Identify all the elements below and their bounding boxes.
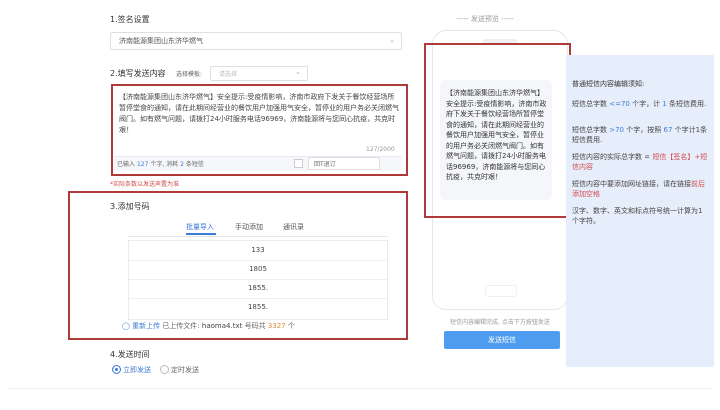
tabs-divider xyxy=(128,236,388,237)
rule-3: 短信内容的实际总字数 = 短信【签名】+短信内容 xyxy=(572,153,708,171)
rules-title: 普通短信内容编辑须知: xyxy=(572,80,645,88)
step3-title: 3.添加号码 xyxy=(110,202,150,211)
rule-5: 汉字、数字、英文和标点符号统一计算为1个字符。 xyxy=(572,207,703,225)
unsubscribe-text: 回T退订 xyxy=(314,161,336,168)
rule-2: 短信总字数 >70 个字，按照 67 个字计1条短信费用. xyxy=(572,126,708,144)
send-sms-label: 发送短信 xyxy=(488,336,516,344)
template-placeholder: 请选择 xyxy=(219,71,238,78)
chevron-down-icon: ⌄ xyxy=(389,36,395,44)
rule-4: 短信内容中要添加网址链接，请在链接前后添加空格 xyxy=(572,180,705,198)
tab-batch-import[interactable]: 批量导入 xyxy=(186,222,214,232)
char-counter: 127/2000 xyxy=(366,146,395,153)
unsubscribe-checkbox[interactable] xyxy=(294,159,303,168)
uploaded-filename: haoma4.txt xyxy=(201,322,243,330)
list-item: 1855. xyxy=(129,284,387,299)
step2-title: 2.填写发送内容 xyxy=(110,69,166,78)
send-now-label: 立即发送 xyxy=(123,366,151,374)
phone-home-button xyxy=(485,285,517,297)
upload-status: ◯ 重新上传 已上传文件: haoma4.txt 号码共 3327 个 xyxy=(122,322,295,330)
tab-contacts[interactable]: 通讯录 xyxy=(283,222,304,232)
content-textarea[interactable]: 【济南能源集团山东济华燃气】安全提示:受疫情影响，济南市政府下发关于餐饮经营场所… xyxy=(119,92,399,146)
radio-send-now[interactable] xyxy=(112,365,121,374)
tab-manual-add[interactable]: 手动添加 xyxy=(235,222,263,232)
step4-title: 4.发送时间 xyxy=(110,350,150,359)
number-count: 3327 xyxy=(267,322,286,330)
number-list[interactable]: 133 1805 1855. 1855. xyxy=(128,240,388,320)
count-warning: *实际条数以发送声置为准 xyxy=(110,181,180,188)
list-item: 133 xyxy=(129,246,387,261)
unsubscribe-input[interactable]: 回T退订 xyxy=(308,157,380,170)
list-item: 1855. xyxy=(247,303,269,311)
template-label: 选择模板: xyxy=(176,71,203,78)
rules-panel: 普通短信内容编辑须知: 短信总字数 <=70 个字，计 1 条短信费用. 短信总… xyxy=(566,55,714,367)
content-footer: 已输入 127 个字, 消耗 2 条短信 回T退订 xyxy=(114,156,402,170)
list-item: 1805 xyxy=(129,265,387,280)
upload-icon: ◯ xyxy=(122,322,130,330)
msg-count: 2 xyxy=(180,161,184,168)
sms-preview-text: 【济南能源集团山东济华燃气】安全提示:受疫情影响，济南市政府下发关于餐饮经营场所… xyxy=(446,89,547,181)
chevron-down-icon: ⌄ xyxy=(295,68,301,76)
template-select[interactable]: 请选择 ⌄ xyxy=(210,66,308,81)
reupload-link[interactable]: 重新上传 xyxy=(132,322,160,330)
send-sms-button[interactable]: 发送短信 xyxy=(444,331,560,349)
send-hint: 短信内容编辑完成, 点击下方按钮发送 xyxy=(450,319,550,326)
content-stats: 已输入 127 个字, 消耗 2 条短信 xyxy=(117,161,204,168)
char-count: 127 xyxy=(136,161,149,168)
scheduled-label: 定时发送 xyxy=(171,366,199,374)
step1-title: 1.签名设置 xyxy=(110,15,150,24)
bottom-divider xyxy=(8,388,712,389)
rule-1: 短信总字数 <=70 个字，计 1 条短信费用. xyxy=(572,100,707,108)
signature-value: 济南能源集团山东济华燃气 xyxy=(119,37,203,45)
signature-select[interactable]: 济南能源集团山东济华燃气 ⌄ xyxy=(110,32,402,50)
active-tab-indicator xyxy=(186,233,216,235)
preview-title: ----- 发送预览 ----- xyxy=(456,15,514,23)
radio-scheduled[interactable] xyxy=(160,365,169,374)
